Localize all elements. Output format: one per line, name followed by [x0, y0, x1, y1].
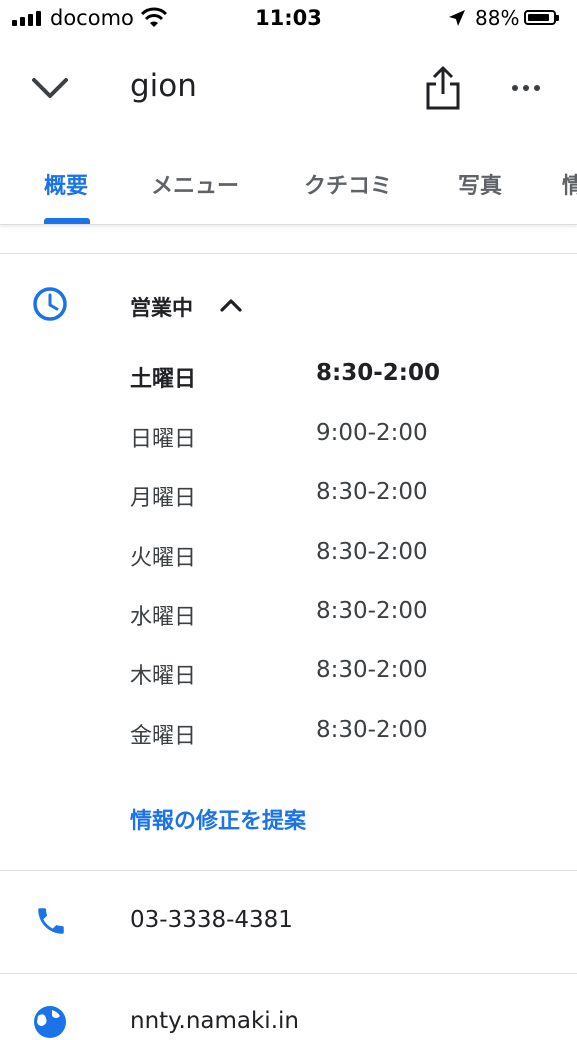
- tab-menu[interactable]: メニュー: [151, 168, 239, 200]
- clock-icon: [33, 287, 67, 321]
- hours-time: 8:30-2:00: [316, 539, 428, 565]
- website-link[interactable]: nnty.namaki.in: [130, 1008, 299, 1034]
- phone-icon: [38, 908, 64, 934]
- globe-icon: [34, 1006, 66, 1038]
- divider: [0, 253, 577, 254]
- active-tab-indicator: [44, 218, 90, 224]
- hours-time: 8:30-2:00: [316, 598, 428, 624]
- tab-bar: 概要 メニュー クチコミ 写真 情: [0, 138, 577, 225]
- tab-overview[interactable]: 概要: [44, 168, 88, 200]
- hours-day: 日曜日: [130, 427, 197, 452]
- hours-time: 8:30-2:00: [316, 479, 428, 505]
- location-arrow-icon: [449, 10, 465, 26]
- hours-day: 木曜日: [130, 664, 197, 689]
- hours-day: 水曜日: [130, 605, 197, 630]
- divider: [0, 870, 577, 871]
- hours-time: 8:30-2:00: [316, 717, 428, 743]
- divider: [0, 973, 577, 974]
- chevron-up-icon[interactable]: [218, 292, 244, 318]
- tab-photos[interactable]: 写真: [458, 168, 502, 200]
- hours-day: 火曜日: [130, 546, 197, 571]
- tab-reviews[interactable]: クチコミ: [304, 168, 392, 200]
- hours-day: 土曜日: [130, 367, 197, 392]
- battery-icon: [524, 10, 559, 25]
- open-status[interactable]: 営業中: [130, 292, 193, 322]
- status-bar: docomo 11:03 88%: [0, 0, 577, 38]
- hours-time: 8:30-2:00: [316, 657, 428, 683]
- hours-time: 9:00-2:00: [316, 420, 428, 446]
- chevron-down-icon[interactable]: [28, 66, 72, 110]
- hours-time: 8:30-2:00: [316, 360, 440, 386]
- more-icon[interactable]: [506, 68, 546, 108]
- hours-day: 金曜日: [130, 724, 197, 749]
- hours-day: 月曜日: [130, 486, 197, 511]
- share-icon[interactable]: [422, 64, 464, 112]
- battery-percent: 88%: [475, 6, 520, 30]
- place-header: gion: [0, 38, 577, 138]
- phone-number[interactable]: 03-3338-4381: [130, 907, 293, 933]
- suggest-edit-link[interactable]: 情報の修正を提案: [130, 803, 306, 835]
- tab-info[interactable]: 情: [562, 168, 577, 200]
- place-title: gion: [130, 68, 197, 104]
